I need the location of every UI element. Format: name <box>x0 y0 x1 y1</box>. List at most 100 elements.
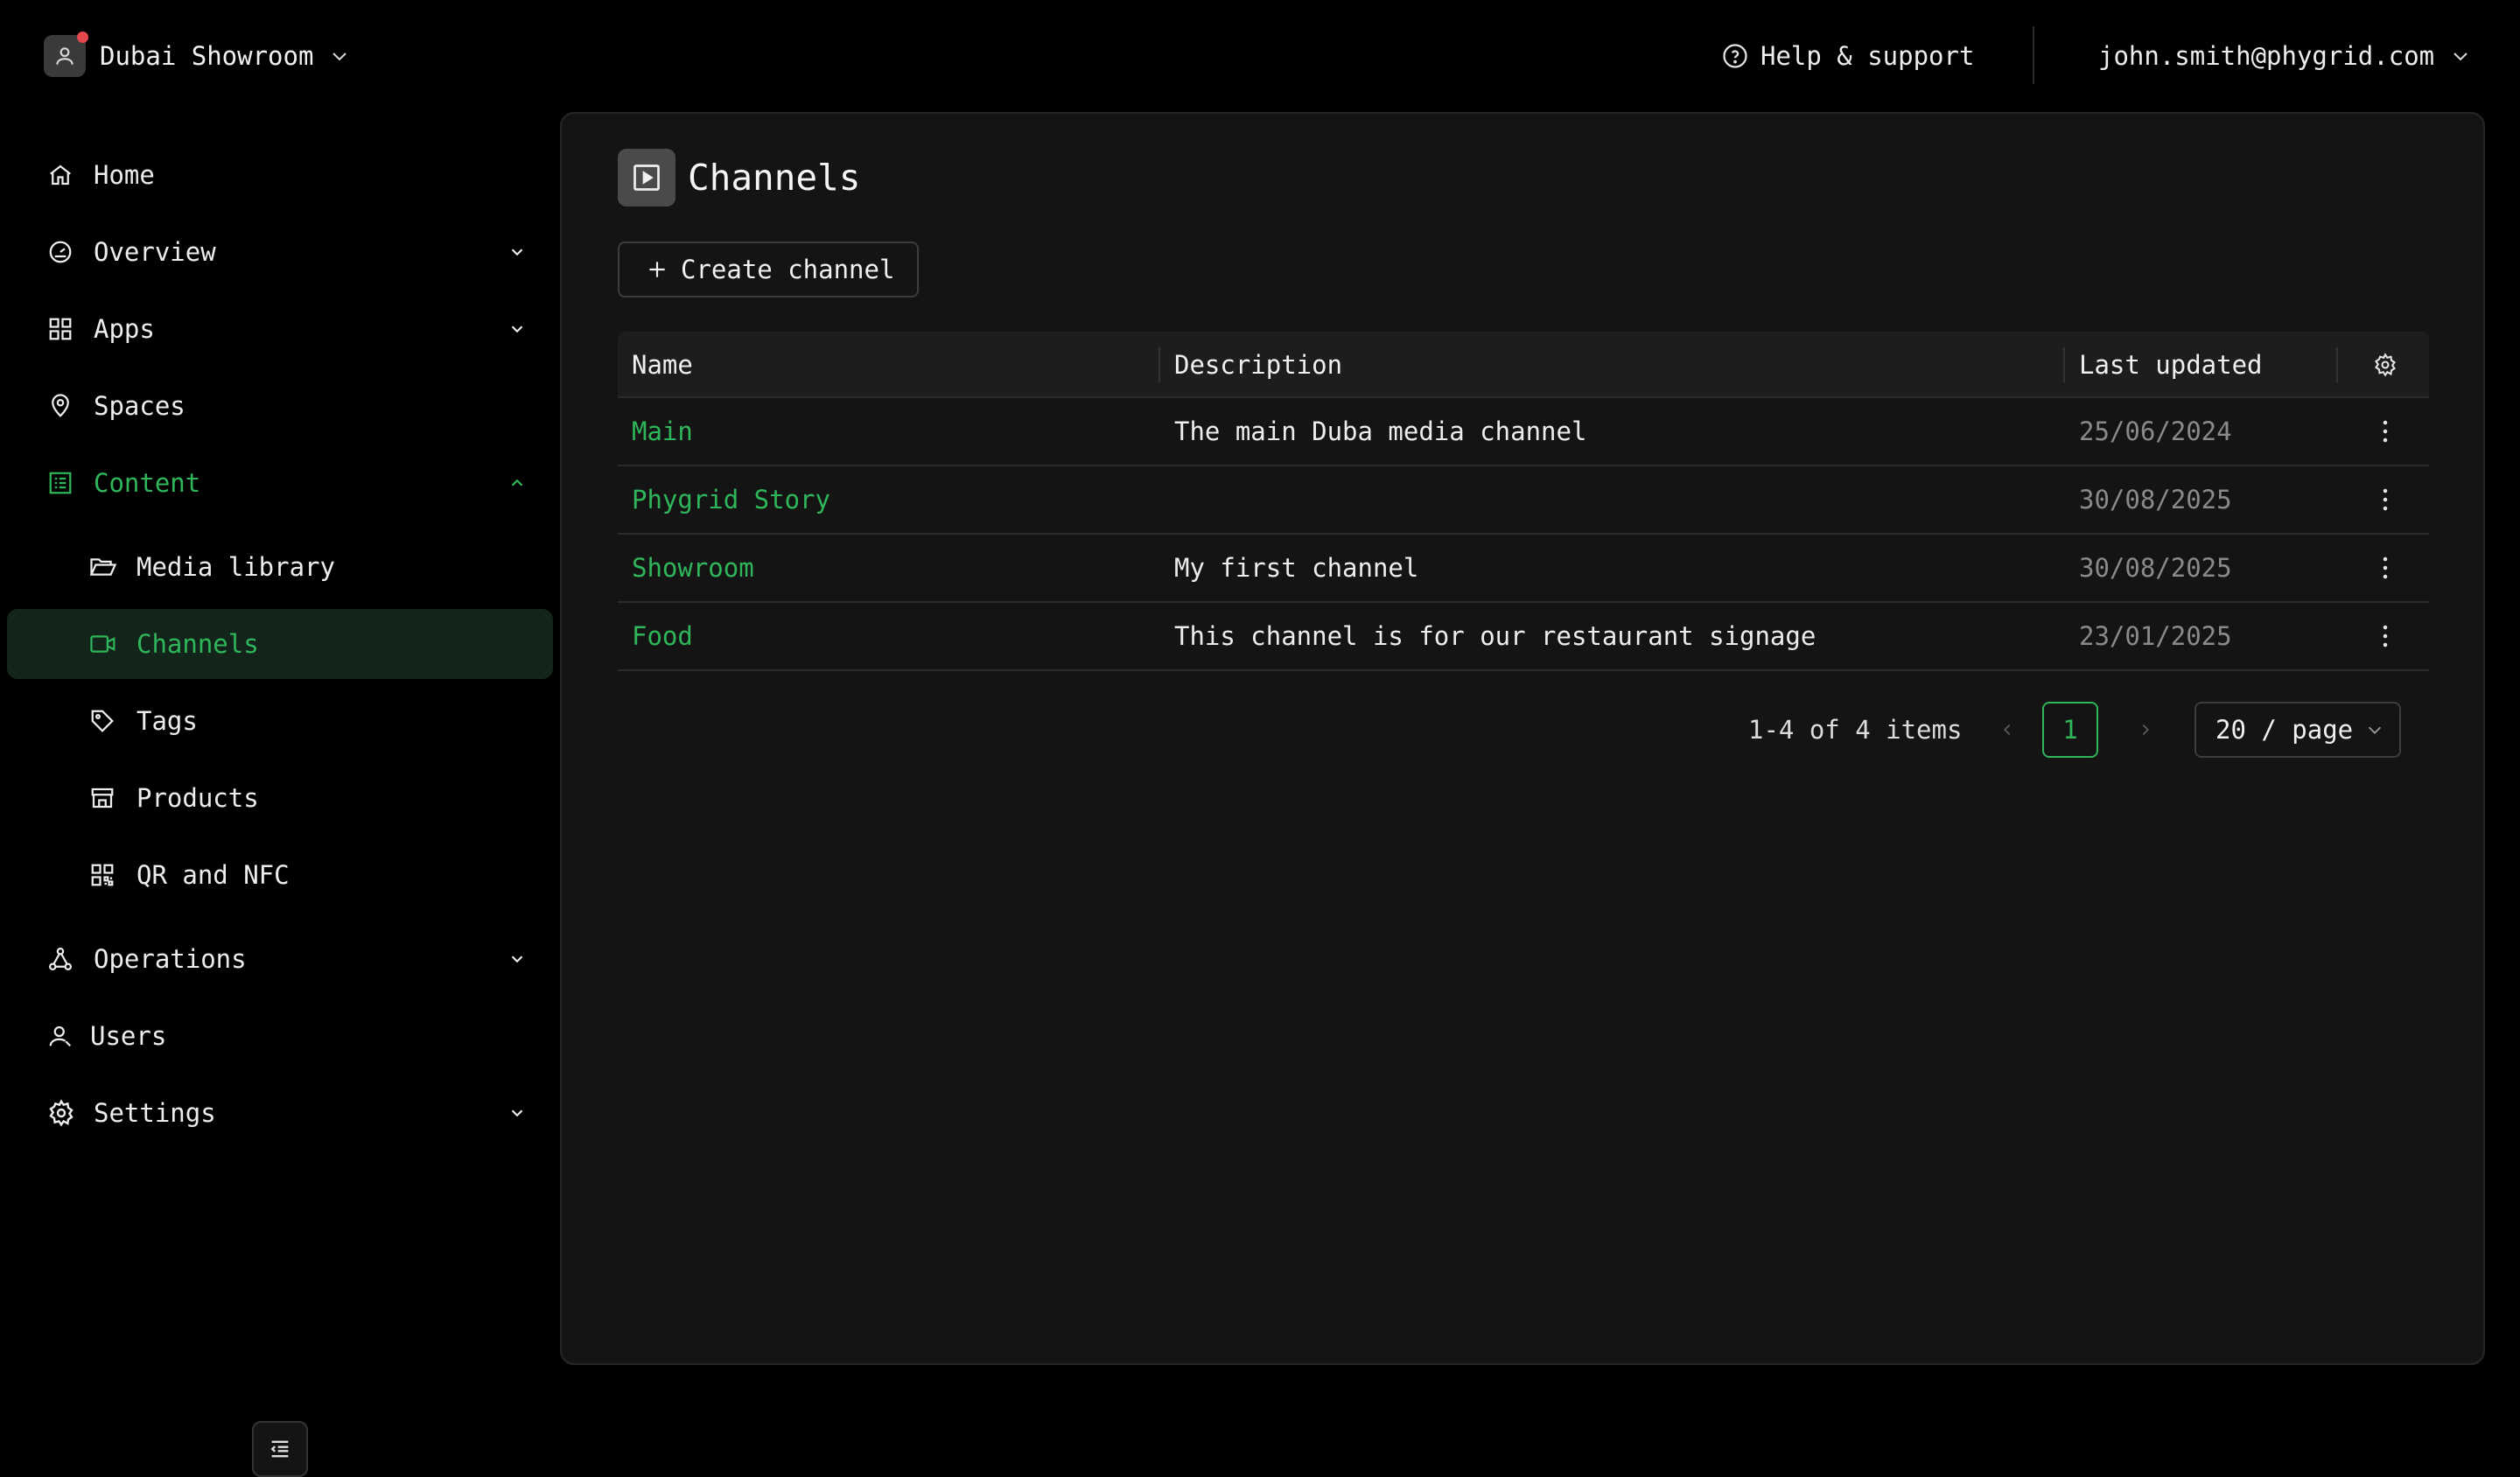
sidebar-item-label: Channels <box>136 629 259 659</box>
workspace-switcher[interactable]: Dubai Showroom <box>44 32 350 78</box>
sidebar-item-label: Tags <box>136 706 198 736</box>
more-vertical-icon[interactable] <box>2368 466 2403 533</box>
help-support-link[interactable]: Help & support <box>1722 38 1974 74</box>
chevron-up-icon <box>508 473 527 493</box>
more-vertical-icon[interactable] <box>2368 535 2403 601</box>
gear-icon <box>2375 353 2396 377</box>
sidebar-item-operations[interactable]: Operations <box>7 924 553 994</box>
column-divider <box>2063 347 2065 382</box>
sidebar-item-users[interactable]: Users <box>7 1001 553 1071</box>
qr-code-icon <box>89 862 116 888</box>
workspace-name: Dubai Showroom <box>100 41 314 71</box>
table-row[interactable]: Main The main Duba media channel 25/06/2… <box>618 398 2429 466</box>
network-icon <box>47 946 74 972</box>
channel-name-link[interactable]: Food <box>632 603 693 669</box>
column-header-last-updated[interactable]: Last updated <box>2079 332 2263 398</box>
collapse-menu-icon <box>270 1440 289 1458</box>
sidebar-item-label: Operations <box>94 944 247 974</box>
sidebar-item-qr-nfc[interactable]: QR and NFC <box>7 840 553 910</box>
table-header: Name Description Last updated <box>618 332 2429 398</box>
sidebar-item-channels[interactable]: Channels <box>7 609 553 679</box>
table-row[interactable]: Phygrid Story 30/08/2025 <box>618 466 2429 535</box>
page-size-select[interactable]: 20 / page <box>2194 702 2401 758</box>
table-settings-button[interactable] <box>2368 332 2403 398</box>
sidebar-item-label: Users <box>90 1021 167 1051</box>
dashboard-icon <box>47 239 74 265</box>
sidebar-item-label: Home <box>94 160 155 190</box>
sidebar-item-content[interactable]: Content <box>7 448 553 518</box>
next-page-button[interactable] <box>2128 702 2163 758</box>
chevron-down-icon <box>508 319 527 339</box>
page-header: Channels <box>618 149 860 206</box>
sidebar-item-products[interactable]: Products <box>7 763 553 833</box>
tag-icon <box>89 708 116 734</box>
channel-last-updated: 30/08/2025 <box>2079 485 2232 514</box>
workspace-avatar <box>44 32 88 77</box>
sidebar-item-label: Apps <box>94 314 155 344</box>
channel-name-link[interactable]: Showroom <box>632 535 754 601</box>
home-icon <box>47 162 74 188</box>
folder-open-icon <box>89 554 117 580</box>
channel-description: My first channel <box>1174 553 1419 583</box>
sidebar-item-media-library[interactable]: Media library <box>7 532 553 602</box>
help-support-label: Help & support <box>1760 41 1975 71</box>
sidebar-item-label: Products <box>136 783 259 813</box>
more-vertical-icon[interactable] <box>2368 398 2403 465</box>
chevron-down-icon <box>508 242 527 262</box>
grid-icon <box>47 316 74 342</box>
sidebar-item-label: Settings <box>94 1098 216 1128</box>
channel-name-link[interactable]: Main <box>632 398 693 465</box>
gear-icon <box>47 1099 75 1127</box>
sidebar-item-apps[interactable]: Apps <box>7 294 553 364</box>
page-number-button[interactable]: 1 <box>2042 702 2098 758</box>
sidebar: Home Overview Apps Spaces Content Media … <box>0 112 560 1477</box>
user-icon <box>56 47 74 65</box>
plus-icon <box>646 258 668 281</box>
sidebar-item-tags[interactable]: Tags <box>7 686 553 756</box>
sidebar-item-label: Spaces <box>94 391 186 421</box>
help-circle-icon <box>1723 44 1747 68</box>
column-header-name[interactable]: Name <box>632 332 693 398</box>
user-icon <box>47 1023 74 1049</box>
sidebar-item-label: Media library <box>136 552 335 582</box>
account-menu[interactable]: john.smith@phygrid.com <box>2098 38 2471 74</box>
channel-last-updated: 25/06/2024 <box>2079 416 2232 446</box>
channel-name-link[interactable]: Phygrid Story <box>632 466 830 533</box>
account-email: john.smith@phygrid.com <box>2098 41 2435 71</box>
chevron-down-icon <box>329 46 350 66</box>
column-divider <box>1158 347 1160 382</box>
location-pin-icon <box>47 393 74 419</box>
header-divider <box>2033 26 2034 84</box>
sidebar-item-home[interactable]: Home <box>7 140 553 210</box>
video-icon <box>89 631 117 657</box>
channels-table: Name Description Last updated Main The m… <box>618 332 2429 671</box>
play-square-icon <box>618 149 676 206</box>
sidebar-item-overview[interactable]: Overview <box>7 217 553 287</box>
page-title: Channels <box>688 157 861 199</box>
previous-page-button[interactable] <box>1990 702 2025 758</box>
chevron-left-icon <box>2003 724 2011 736</box>
sidebar-item-label: Content <box>94 468 201 498</box>
column-header-description[interactable]: Description <box>1174 332 1342 398</box>
column-divider <box>2336 347 2338 382</box>
table-row[interactable]: Food This channel is for our restaurant … <box>618 603 2429 671</box>
content-icon <box>47 470 74 496</box>
sidebar-item-settings[interactable]: Settings <box>7 1078 553 1148</box>
sidebar-item-label: Overview <box>94 237 216 267</box>
more-vertical-icon[interactable] <box>2368 603 2403 669</box>
create-channel-button[interactable]: Create channel <box>618 242 919 298</box>
notification-dot <box>77 32 88 43</box>
channel-description: The main Duba media channel <box>1174 416 1587 446</box>
chevron-right-icon <box>2142 724 2150 736</box>
channel-description: This channel is for our restaurant signa… <box>1174 621 1816 651</box>
channel-last-updated: 23/01/2025 <box>2079 621 2232 651</box>
sidebar-item-label: QR and NFC <box>136 860 290 890</box>
sidebar-item-spaces[interactable]: Spaces <box>7 371 553 441</box>
chevron-down-icon <box>508 949 527 969</box>
chevron-down-icon <box>2365 720 2384 739</box>
chevron-down-icon <box>2450 46 2471 66</box>
store-icon <box>89 785 116 811</box>
collapse-sidebar-button[interactable] <box>252 1421 308 1477</box>
create-channel-label: Create channel <box>681 255 895 284</box>
table-row[interactable]: Showroom My first channel 30/08/2025 <box>618 535 2429 603</box>
